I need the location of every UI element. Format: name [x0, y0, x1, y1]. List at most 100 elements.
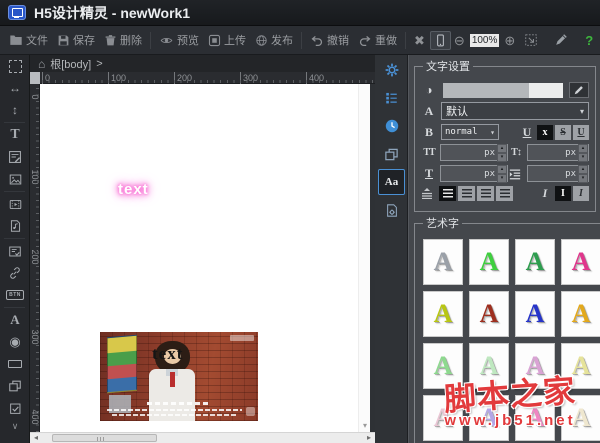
line-height-spinner[interactable]: ▴▾ — [497, 165, 507, 182]
art-text-tile[interactable]: A — [561, 343, 600, 389]
audio-tool[interactable] — [0, 215, 30, 237]
align-left-button[interactable] — [439, 186, 456, 201]
h-scrollbar-thumb[interactable] — [52, 434, 157, 442]
redo-icon — [358, 34, 372, 47]
v-ruler-tick: 400 — [30, 405, 40, 429]
tab-pages[interactable] — [375, 141, 408, 167]
upload-button[interactable]: 上传 — [204, 29, 250, 51]
link-tool[interactable] — [0, 262, 30, 284]
art-text-tile[interactable]: A — [469, 343, 509, 389]
more-tools-button[interactable]: ∨ — [0, 419, 30, 433]
letter-spacing-input[interactable] — [528, 148, 565, 158]
art-text-tile[interactable]: A — [469, 291, 509, 337]
close-icon[interactable]: ✖ — [410, 34, 429, 47]
image-element[interactable]: text — [100, 332, 258, 421]
art-text-title: 艺术字 — [423, 215, 462, 231]
text-tool[interactable]: T — [0, 124, 30, 146]
art-text-tile[interactable]: A — [423, 291, 463, 337]
tab-layers[interactable] — [375, 85, 408, 111]
strikethrough-toggle[interactable]: S — [555, 125, 571, 140]
v-scrollbar[interactable]: ▾ — [358, 84, 370, 432]
art-text-tile[interactable]: A — [423, 395, 463, 441]
opacity-slider[interactable] — [443, 83, 563, 98]
font-size-input[interactable] — [441, 148, 484, 158]
preview-button[interactable]: 预览 — [155, 29, 203, 51]
art-text-tile[interactable]: A — [469, 239, 509, 285]
help-button[interactable]: ? — [577, 33, 600, 48]
art-text-tile[interactable]: A — [469, 395, 509, 441]
indent-input[interactable] — [528, 169, 565, 179]
opacity-slider-fill — [529, 83, 563, 98]
letter-spacing-spinner[interactable]: ▴▾ — [578, 144, 588, 161]
zoom-in-icon[interactable]: ⊕ — [502, 34, 517, 47]
marquee-tool[interactable] — [0, 55, 30, 77]
button-tool[interactable]: BTN — [0, 284, 30, 306]
resize-canvas-button[interactable] — [518, 33, 544, 47]
eyedropper-button[interactable] — [546, 33, 576, 47]
video-tool[interactable] — [0, 193, 30, 215]
art-text-tool[interactable]: A — [0, 309, 30, 331]
form-tool[interactable] — [0, 240, 30, 262]
art-text-tile[interactable]: A — [515, 343, 555, 389]
font-weight-select[interactable]: normal ▾ — [441, 124, 499, 140]
device-view-button[interactable] — [430, 31, 451, 50]
save-button[interactable]: 保存 — [53, 29, 99, 51]
scroll-left-icon[interactable]: ◂ — [30, 433, 42, 443]
subscript-toggle[interactable]: x — [537, 125, 553, 140]
zoom-out-icon[interactable]: ⊖ — [452, 34, 467, 47]
input-tool[interactable] — [0, 353, 30, 375]
width-resize-tool[interactable]: ↔ — [0, 77, 30, 99]
spin-up-icon[interactable]: ▴ — [578, 165, 588, 174]
tab-page-settings[interactable] — [375, 197, 408, 223]
underline-toggle[interactable]: U — [573, 125, 589, 140]
spin-down-icon[interactable]: ▾ — [497, 153, 507, 162]
scroll-down-icon[interactable]: ▾ — [359, 421, 371, 430]
font-size-spinner[interactable]: ▴▾ — [497, 144, 507, 161]
art-text-tile[interactable]: A — [423, 343, 463, 389]
align-right-button[interactable] — [477, 186, 494, 201]
spin-up-icon[interactable]: ▴ — [497, 144, 507, 153]
publish-button[interactable]: 发布 — [251, 29, 297, 51]
tab-font[interactable]: Aa — [378, 169, 405, 195]
tab-settings[interactable] — [375, 57, 408, 83]
title-bar: H5设计精灵 - newWork1 — [0, 0, 600, 26]
font-family-select[interactable]: 默认 ▾ — [441, 102, 589, 120]
delete-button[interactable]: 删除 — [100, 29, 146, 51]
art-text-tile[interactable]: A — [515, 239, 555, 285]
file-button[interactable]: 文件 — [5, 29, 52, 51]
scroll-right-icon[interactable]: ▸ — [363, 433, 375, 443]
artboard[interactable]: text text ▾ — [40, 84, 370, 432]
italic-off-button[interactable]: I — [555, 186, 571, 201]
image-tool[interactable] — [0, 168, 30, 190]
breadcrumb-root[interactable]: 根[body] — [50, 56, 91, 72]
indent-spinner[interactable]: ▴▾ — [578, 165, 588, 182]
edit-style-button[interactable] — [569, 82, 589, 98]
undo-button[interactable]: 撤销 — [306, 29, 353, 51]
art-text-tile[interactable]: A — [515, 395, 555, 441]
line-height-input[interactable] — [441, 169, 484, 179]
spin-up-icon[interactable]: ▴ — [578, 144, 588, 153]
glow-text-element[interactable]: text — [118, 181, 149, 198]
zoom-level[interactable]: 100% — [470, 34, 500, 47]
spin-up-icon[interactable]: ▴ — [497, 165, 507, 174]
h-ruler-tick: 400 — [306, 72, 324, 84]
pages-tool[interactable] — [0, 375, 30, 397]
art-text-tile[interactable]: A — [515, 291, 555, 337]
redo-button[interactable]: 重做 — [354, 29, 401, 51]
height-resize-tool[interactable]: ↕ — [0, 99, 30, 121]
spin-down-icon[interactable]: ▾ — [578, 153, 588, 162]
radio-tool[interactable]: ◉ — [0, 331, 30, 353]
art-text-tile[interactable]: A — [561, 291, 600, 337]
align-justify-button[interactable] — [496, 186, 513, 201]
art-text-tile[interactable]: A — [561, 395, 600, 441]
spin-down-icon[interactable]: ▾ — [578, 174, 588, 183]
italic-on-button[interactable]: I — [573, 186, 589, 201]
spin-down-icon[interactable]: ▾ — [497, 174, 507, 183]
art-text-tile[interactable]: A — [423, 239, 463, 285]
richtext-tool[interactable] — [0, 146, 30, 168]
checkbox-tool[interactable] — [0, 397, 30, 419]
tab-animation[interactable] — [375, 113, 408, 139]
h-scrollbar[interactable]: ◂ ▸ — [30, 432, 375, 443]
art-text-tile[interactable]: A — [561, 239, 600, 285]
align-center-button[interactable] — [458, 186, 475, 201]
